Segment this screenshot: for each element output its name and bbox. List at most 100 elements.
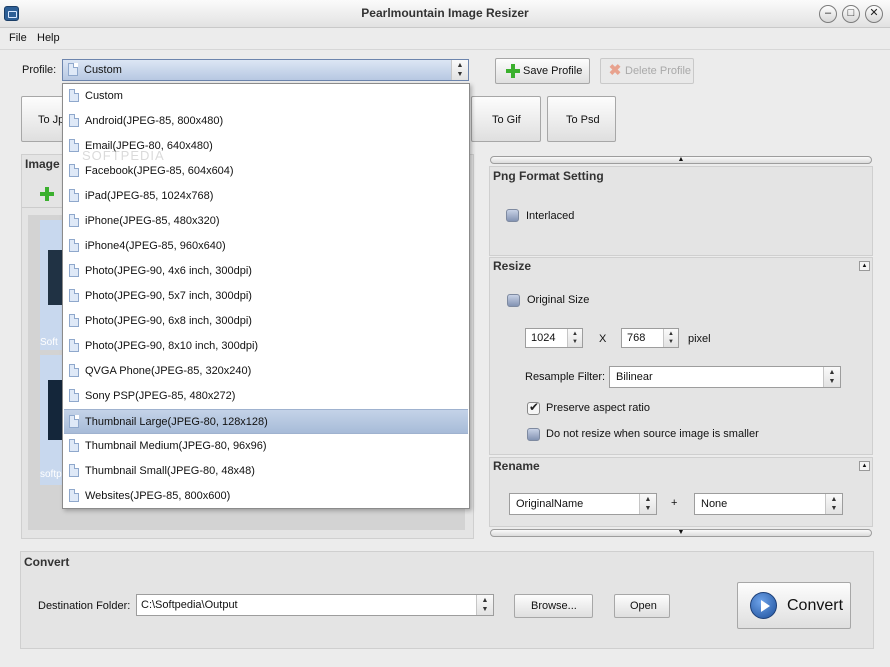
profile-option[interactable]: iPhone4(JPEG-85, 960x640)	[64, 234, 468, 259]
chevron-updown-icon: ▲ ▼	[825, 494, 842, 514]
thumbnail-watermark: softp	[40, 469, 62, 480]
menu-file[interactable]: File	[9, 32, 27, 44]
png-settings-title: Png Format Setting	[493, 169, 604, 183]
image-thumbnail[interactable]: softp	[40, 355, 64, 485]
menu-help[interactable]: Help	[37, 32, 60, 44]
width-value: 1024	[531, 332, 556, 344]
profile-option[interactable]: Photo(JPEG-90, 5x7 inch, 300dpi)	[64, 284, 468, 309]
image-thumbnail[interactable]: Soft	[40, 220, 64, 350]
interlaced-checkbox[interactable]	[506, 209, 519, 222]
close-button[interactable]: ✕	[865, 5, 883, 23]
profile-option-label: QVGA Phone(JPEG-85, 320x240)	[85, 365, 252, 377]
profile-option-label: Custom	[85, 90, 123, 102]
maximize-button[interactable]: □	[842, 5, 860, 23]
profile-option[interactable]: QVGA Phone(JPEG-85, 320x240)	[64, 359, 468, 384]
play-icon	[750, 592, 777, 619]
original-size-checkbox[interactable]	[507, 294, 520, 307]
profile-option[interactable]: Websites(JPEG-85, 800x600)	[64, 484, 468, 509]
rename-suffix-select[interactable]: None ▲ ▼	[694, 493, 843, 515]
resample-select[interactable]: Bilinear ▲ ▼	[609, 366, 841, 388]
document-icon	[69, 389, 79, 402]
images-toolbar	[22, 180, 62, 208]
plus-icon	[506, 64, 520, 78]
destination-value: C:\Softpedia\Output	[141, 599, 238, 611]
document-icon	[69, 464, 79, 477]
width-stepper[interactable]: 1024 ▲ ▼	[525, 328, 583, 348]
interlaced-label: Interlaced	[526, 210, 575, 222]
stepper-arrows-icon[interactable]: ▲ ▼	[663, 329, 678, 347]
document-icon	[69, 239, 79, 252]
browse-button[interactable]: Browse...	[514, 594, 593, 618]
document-icon	[69, 415, 79, 428]
open-label: Open	[630, 600, 657, 612]
profile-option-label: Thumbnail Small(JPEG-80, 48x48)	[85, 465, 255, 477]
height-stepper[interactable]: 768 ▲ ▼	[621, 328, 679, 348]
document-icon	[69, 439, 79, 452]
document-icon	[69, 489, 79, 502]
document-icon	[69, 339, 79, 352]
to-gif-label: To Gif	[492, 114, 521, 126]
to-psd-label: To Psd	[566, 114, 600, 126]
resize-title: Resize	[493, 259, 532, 273]
rename-plus: +	[671, 497, 678, 509]
profile-option[interactable]: Android(JPEG-85, 800x480)	[64, 109, 468, 134]
no-upscale-label: Do not resize when source image is small…	[546, 428, 759, 440]
thumbnail-watermark: Soft	[40, 337, 58, 348]
rename-name-value: OriginalName	[516, 498, 584, 510]
rename-title: Rename	[493, 459, 540, 473]
dimension-separator: X	[599, 333, 607, 345]
open-button[interactable]: Open	[614, 594, 670, 618]
document-icon	[69, 189, 79, 202]
to-psd-button[interactable]: To Psd	[547, 96, 616, 142]
softpedia-watermark: SOFTPEDIA	[82, 148, 165, 163]
delete-profile-button[interactable]: ✖ Delete Profile	[600, 58, 694, 84]
document-icon	[69, 264, 79, 277]
destination-select[interactable]: C:\Softpedia\Output ▲ ▼	[136, 594, 494, 616]
profile-option[interactable]: iPad(JPEG-85, 1024x768)	[64, 184, 468, 209]
profile-option-label: Photo(JPEG-90, 8x10 inch, 300dpi)	[85, 340, 259, 352]
preserve-aspect-checkbox[interactable]	[527, 400, 540, 415]
minimize-button[interactable]: –	[819, 5, 837, 23]
profile-option[interactable]: iPhone(JPEG-85, 480x320)	[64, 209, 468, 234]
unit-label: pixel	[688, 333, 711, 345]
profile-option-label: Sony PSP(JPEG-85, 480x272)	[85, 390, 236, 402]
collapse-icon[interactable]: ▲	[859, 261, 870, 271]
profile-option[interactable]: Photo(JPEG-90, 8x10 inch, 300dpi)	[64, 334, 468, 359]
profile-option-label: iPad(JPEG-85, 1024x768)	[85, 190, 214, 202]
document-icon	[69, 214, 79, 227]
chevron-updown-icon: ▲ ▼	[476, 595, 493, 615]
height-value: 768	[627, 332, 646, 344]
delete-icon: ✖	[608, 62, 622, 79]
save-profile-button[interactable]: Save Profile	[495, 58, 590, 84]
profile-option-label: Android(JPEG-85, 800x480)	[85, 115, 224, 127]
profile-option[interactable]: Photo(JPEG-90, 4x6 inch, 300dpi)	[64, 259, 468, 284]
profile-option-label: iPhone(JPEG-85, 480x320)	[85, 215, 220, 227]
rename-name-select[interactable]: OriginalName ▲ ▼	[509, 493, 657, 515]
collapse-icon[interactable]: ▲	[859, 461, 870, 471]
stepper-arrows-icon[interactable]: ▲ ▼	[567, 329, 582, 347]
document-icon	[69, 364, 79, 377]
add-image-icon[interactable]	[40, 187, 54, 201]
original-size-label: Original Size	[527, 294, 590, 306]
profile-option[interactable]: Sony PSP(JPEG-85, 480x272)	[64, 384, 468, 409]
scroll-down-button[interactable]: ▼	[490, 529, 872, 537]
scroll-up-button[interactable]: ▲	[490, 156, 872, 164]
chevron-updown-icon: ▲ ▼	[823, 367, 840, 387]
profile-option[interactable]: Thumbnail Medium(JPEG-80, 96x96)	[64, 434, 468, 459]
profile-option[interactable]: Photo(JPEG-90, 6x8 inch, 300dpi)	[64, 309, 468, 334]
resize-panel	[489, 257, 873, 455]
convert-label: Convert	[787, 597, 844, 614]
to-gif-button[interactable]: To Gif	[471, 96, 541, 142]
no-upscale-checkbox[interactable]	[527, 428, 540, 441]
images-panel-title: Image	[25, 157, 60, 171]
profile-option-label: Photo(JPEG-90, 6x8 inch, 300dpi)	[85, 315, 252, 327]
profile-option[interactable]: Thumbnail Small(JPEG-80, 48x48)	[64, 459, 468, 484]
convert-button[interactable]: Convert	[737, 582, 851, 629]
profile-option-highlighted[interactable]: Thumbnail Large(JPEG-80, 128x128)	[64, 409, 468, 434]
chevron-updown-icon: ▲ ▼	[451, 60, 468, 80]
profile-option[interactable]: Custom	[64, 84, 468, 109]
destination-label: Destination Folder:	[38, 600, 131, 612]
profile-dropdown-list[interactable]: Custom Android(JPEG-85, 800x480) Email(J…	[62, 83, 470, 509]
document-icon	[69, 139, 79, 152]
profile-select[interactable]: Custom ▲ ▼	[62, 59, 469, 81]
